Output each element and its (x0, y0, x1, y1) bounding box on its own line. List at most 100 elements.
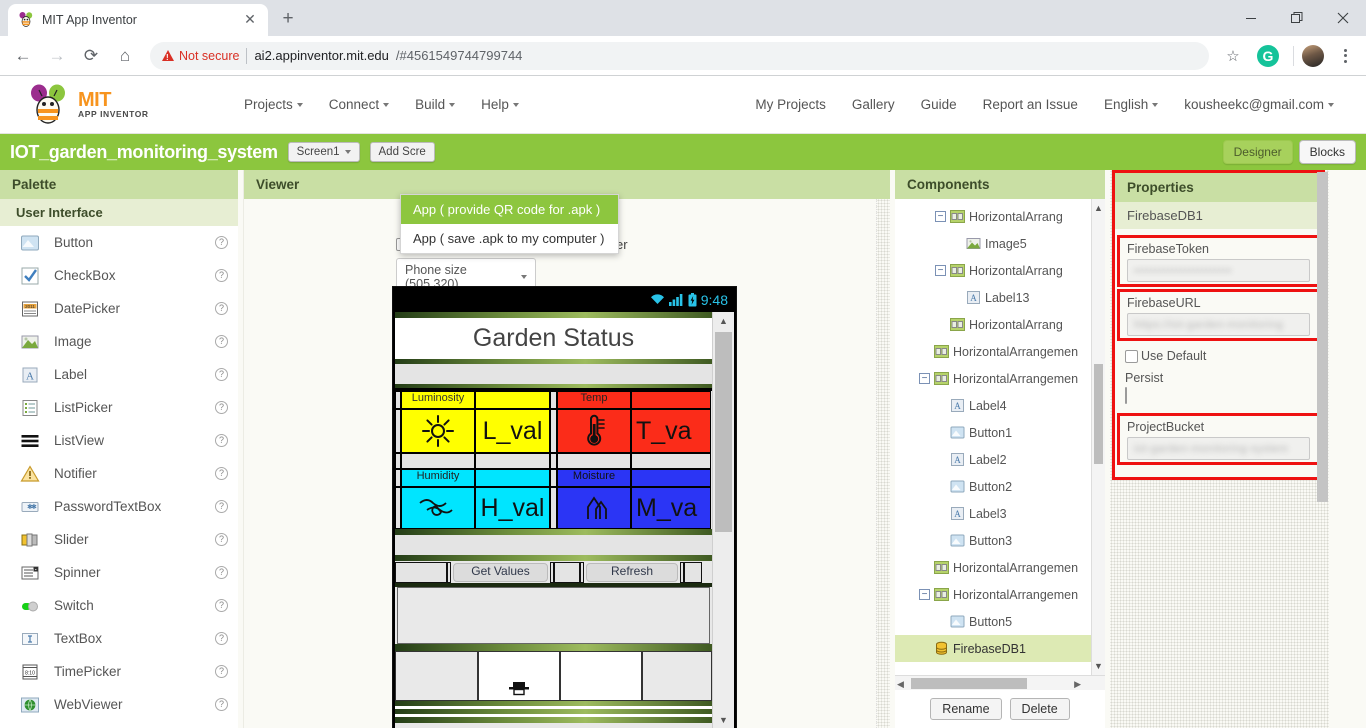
palette-help-icon[interactable]: ? (215, 533, 228, 546)
add-screen-button[interactable]: Add Scre (369, 142, 435, 162)
component-tree-hscrollbar[interactable]: ◀ ▶ (895, 675, 1105, 690)
palette-item-image[interactable]: Image? (0, 325, 238, 358)
screen-selector[interactable]: Screen1 (287, 142, 360, 162)
scroll-thumb[interactable] (1317, 172, 1328, 502)
tree-expander-icon[interactable]: − (919, 589, 930, 600)
palette-item-label[interactable]: A Label? (0, 358, 238, 391)
palette-help-icon[interactable]: ? (215, 368, 228, 381)
tab-close-icon[interactable]: ✕ (242, 12, 258, 28)
phone-screen-scrollbar[interactable]: ▲ ▼ (712, 312, 734, 728)
link-guide[interactable]: Guide (921, 97, 957, 112)
tree-node-label13[interactable]: A Label13 (895, 284, 1105, 311)
tree-node-image5[interactable]: Image5 (895, 230, 1105, 257)
palette-help-icon[interactable]: ? (215, 269, 228, 282)
project-bucket-input[interactable]: iot-garden-monitoring-system (1127, 437, 1310, 460)
scroll-down-arrow-icon[interactable]: ▼ (713, 711, 734, 728)
tree-node-label2[interactable]: A Label2 (895, 446, 1105, 473)
menu-connect[interactable]: Connect (329, 97, 390, 112)
browser-menu-icon[interactable] (1332, 43, 1358, 69)
palette-help-icon[interactable]: ? (215, 665, 228, 678)
language-selector[interactable]: English (1104, 97, 1159, 112)
link-gallery[interactable]: Gallery (852, 97, 895, 112)
palette-help-icon[interactable]: ? (215, 698, 228, 711)
tree-expander-icon[interactable]: − (935, 211, 946, 222)
menu-help[interactable]: Help (481, 97, 519, 112)
palette-item-spinner[interactable]: Spinner? (0, 556, 238, 589)
palette-item-textbox[interactable]: TextBox? (0, 622, 238, 655)
get-values-button[interactable]: Get Values (453, 562, 548, 582)
new-tab-button[interactable]: + (274, 6, 302, 34)
palette-help-icon[interactable]: ? (215, 467, 228, 480)
scroll-up-arrow-icon[interactable]: ▲ (713, 312, 734, 330)
menu-projects[interactable]: Projects (244, 97, 303, 112)
menu-build[interactable]: Build (415, 97, 456, 112)
delete-button[interactable]: Delete (1009, 698, 1070, 720)
persist-checkbox[interactable] (1125, 387, 1127, 404)
palette-help-icon[interactable]: ? (215, 632, 228, 645)
window-close-button[interactable] (1320, 0, 1366, 36)
tree-node-button1[interactable]: Button1 (895, 419, 1105, 446)
build-menu-item-qr[interactable]: App ( provide QR code for .apk ) (401, 195, 618, 224)
tree-node-horizontalarrang[interactable]: HorizontalArrang (895, 311, 1105, 338)
palette-item-listpicker[interactable]: ListPicker? (0, 391, 238, 424)
tree-expander-icon[interactable]: − (919, 373, 930, 384)
refresh-button[interactable]: Refresh (586, 562, 678, 582)
tree-node-horizontalarrangemen[interactable]: − HorizontalArrangemen (895, 581, 1105, 608)
hscroll-thumb[interactable] (911, 678, 1027, 689)
not-secure-indicator[interactable]: Not secure (162, 49, 239, 63)
tree-node-horizontalarrangemen[interactable]: HorizontalArrangemen (895, 338, 1105, 365)
forward-button[interactable]: → (42, 41, 72, 71)
scroll-up-arrow-icon[interactable]: ▲ (1092, 199, 1105, 217)
grammarly-extension-icon[interactable]: G (1257, 44, 1279, 67)
browser-tab[interactable]: MIT App Inventor ✕ (8, 4, 268, 36)
palette-section-user-interface[interactable]: User Interface (0, 199, 238, 226)
account-menu[interactable]: kousheekc@gmail.com (1184, 97, 1334, 112)
scroll-thumb[interactable] (1094, 364, 1103, 464)
palette-item-timepicker[interactable]: 8:10 TimePicker? (0, 655, 238, 688)
component-tree-scrollbar[interactable]: ▲ ▼ (1091, 199, 1105, 675)
window-minimize-button[interactable] (1228, 0, 1274, 36)
palette-item-passwordtextbox[interactable]: ✱ ✱ PasswordTextBox? (0, 490, 238, 523)
tree-node-label4[interactable]: A Label4 (895, 392, 1105, 419)
tab-designer[interactable]: Designer (1222, 140, 1293, 164)
tree-node-label3[interactable]: A Label3 (895, 500, 1105, 527)
palette-help-icon[interactable]: ? (215, 500, 228, 513)
palette-item-notifier[interactable]: Notifier? (0, 457, 238, 490)
reload-button[interactable]: ⟳ (76, 41, 106, 71)
tree-node-firebasedb1[interactable]: FirebaseDB1 (895, 635, 1105, 662)
home-button[interactable]: ⌂ (110, 41, 140, 71)
tree-node-button5[interactable]: Button5 (895, 608, 1105, 635)
palette-help-icon[interactable]: ? (215, 401, 228, 414)
palette-item-switch[interactable]: Switch? (0, 589, 238, 622)
rename-button[interactable]: Rename (930, 698, 1002, 720)
scroll-thumb[interactable] (715, 332, 732, 532)
palette-help-icon[interactable]: ? (215, 434, 228, 447)
palette-help-icon[interactable]: ? (215, 566, 228, 579)
palette-help-icon[interactable]: ? (215, 236, 228, 249)
tree-expander-icon[interactable]: − (935, 265, 946, 276)
tree-node-horizontalarrang[interactable]: − HorizontalArrang (895, 257, 1105, 284)
tree-node-horizontalarrangemen[interactable]: HorizontalArrangemen (895, 554, 1105, 581)
firebase-token-input[interactable]: ••••••••••••••••••••••• (1127, 259, 1310, 282)
viewer-scroll-strip[interactable] (876, 199, 890, 728)
bookmark-star-icon[interactable]: ☆ (1219, 42, 1247, 70)
address-bar[interactable]: Not secure ai2.appinventor.mit.edu /#456… (150, 41, 1209, 70)
tab-blocks[interactable]: Blocks (1298, 140, 1356, 164)
palette-item-datepicker[interactable]: 2011 DatePicker? (0, 292, 238, 325)
palette-help-icon[interactable]: ? (215, 599, 228, 612)
firebase-url-input[interactable]: https://iot-garden-monitoring (1127, 313, 1310, 336)
profile-avatar[interactable] (1302, 44, 1324, 67)
window-maximize-button[interactable] (1274, 0, 1320, 36)
back-button[interactable]: ← (8, 41, 38, 71)
tree-node-button3[interactable]: Button3 (895, 527, 1105, 554)
scroll-right-arrow-icon[interactable]: ▶ (1074, 679, 1081, 690)
tree-node-horizontalarrang[interactable]: − HorizontalArrang (895, 203, 1105, 230)
palette-help-icon[interactable]: ? (215, 335, 228, 348)
tree-node-horizontalarrangemen[interactable]: − HorizontalArrangemen (895, 365, 1105, 392)
palette-item-checkbox[interactable]: CheckBox? (0, 259, 238, 292)
scroll-left-arrow-icon[interactable]: ◀ (897, 679, 904, 690)
palette-help-icon[interactable]: ? (215, 302, 228, 315)
link-my-projects[interactable]: My Projects (755, 97, 826, 112)
palette-item-webviewer[interactable]: WebViewer? (0, 688, 238, 721)
link-report-an-issue[interactable]: Report an Issue (983, 97, 1078, 112)
